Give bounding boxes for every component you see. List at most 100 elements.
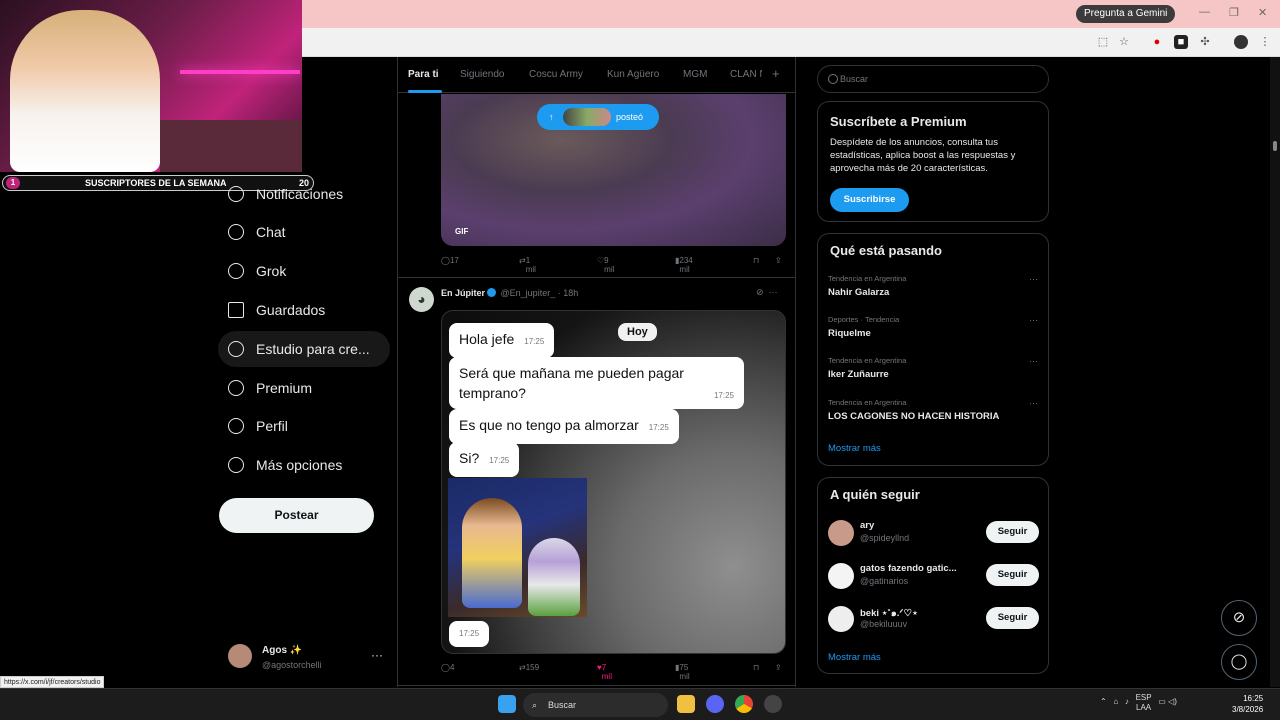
reply-button[interactable]: ◯ 17 (441, 256, 459, 265)
more-dots-icon[interactable]: ··· (1029, 398, 1038, 408)
more-dots-icon[interactable]: ··· (1029, 315, 1038, 325)
menu-icon[interactable]: ⋮ (1258, 35, 1272, 49)
nav-label: Más opciones (256, 457, 343, 473)
trend-name: LOS CAGONES NO HACEN HISTORIA (828, 411, 1000, 422)
author-name[interactable]: En Júpiter (441, 288, 485, 298)
follow-button[interactable]: Seguir (986, 564, 1039, 586)
post-time[interactable]: · 18h (558, 288, 579, 298)
follow-suggestion[interactable]: ary @spideyllnd Seguir (828, 518, 1040, 550)
avatar[interactable]: ◕ (409, 287, 434, 312)
folder-icon[interactable] (677, 695, 695, 713)
chat-screenshot-media[interactable]: Hoy Hola jefe 17:25 Será que mañana me pu… (441, 310, 786, 654)
tab-para-ti[interactable]: Para ti (408, 69, 439, 80)
gemini-button[interactable]: Pregunta a Gemini (1076, 5, 1176, 23)
search-icon: ⌕ (532, 700, 538, 710)
timeline[interactable]: Para ti Siguiendo Coscu Army Kun Agüero … (397, 57, 796, 687)
avatar (228, 644, 252, 668)
nav-bookmarks[interactable]: Guardados (218, 292, 390, 328)
search-input[interactable]: Buscar (817, 65, 1049, 93)
more-dots-icon[interactable]: ··· (1029, 274, 1038, 284)
close-icon[interactable]: ✕ (1258, 6, 1267, 19)
trend-item[interactable]: Tendencia en Argentina Iker Zuñaurre ··· (828, 356, 1040, 396)
show-more-link[interactable]: Mostrar más (828, 652, 881, 663)
puzzle-icon[interactable]: ✣ (1198, 35, 1212, 49)
nav-notifications[interactable]: Notificaciones (218, 176, 390, 212)
follow-suggestion[interactable]: beki ⋆˚๑.ᐟ♡⋆ @bekiluuuv Seguir (828, 604, 1040, 636)
opera-icon[interactable]: ● (1150, 35, 1164, 49)
tab-kun-aguero[interactable]: Kun Agüero (607, 69, 659, 80)
add-tab-icon[interactable]: + (772, 66, 780, 81)
rocket-icon (228, 341, 244, 357)
post-actions: ◯ 17 ⇄ 1 mil ♡ 9 mil ▮ 234 mil ⊓ ⇪ (441, 256, 786, 274)
minimize-icon[interactable]: — (1199, 6, 1210, 18)
nav-more[interactable]: Más opciones (218, 447, 390, 483)
reply-button[interactable]: ◯ 4 (441, 663, 454, 672)
new-posts-pill[interactable]: ↑ posteó (537, 104, 659, 130)
repost-button[interactable]: ⇄ 159 (519, 663, 539, 672)
post-button[interactable]: Postear (219, 498, 374, 533)
premium-card: Suscríbete a Premium Despídete de los an… (817, 101, 1049, 222)
mic-icon[interactable]: ♪ (1125, 697, 1129, 706)
tab-mgm[interactable]: MGM (683, 69, 707, 80)
chrome-icon[interactable] (735, 695, 753, 713)
tab-clan[interactable]: CLAN N (730, 69, 762, 80)
nav-creator-studio[interactable]: Estudio para cre... (218, 331, 390, 367)
trend-name: Riquelme (828, 328, 871, 339)
taskbar-search[interactable]: ⌕ Buscar (523, 693, 668, 717)
post-menu[interactable]: ⊘ ··· (756, 287, 778, 298)
trend-item[interactable]: Tendencia en Argentina LOS CAGONES NO HAC… (828, 398, 1040, 438)
grok-icon[interactable]: ⊘ (756, 287, 764, 297)
repost-button[interactable]: ⇄ 1 mil (519, 256, 536, 274)
language-indicator[interactable]: ESP LAA (1136, 693, 1152, 713)
nav-premium[interactable]: Premium (218, 370, 390, 406)
tab-coscu-army[interactable]: Coscu Army (529, 69, 583, 80)
nav-grok[interactable]: Grok (218, 253, 390, 289)
extension-icon[interactable]: ■ (1174, 35, 1188, 49)
nav-profile[interactable]: Perfil (218, 408, 390, 444)
share-icon[interactable]: ⇪ (775, 256, 782, 265)
scrollbar-thumb[interactable] (1273, 141, 1277, 151)
show-more-link[interactable]: Mostrar más (828, 443, 881, 454)
status-url: https://x.com/i/jf/creators/studio (0, 676, 105, 688)
follow-suggestion[interactable]: gatos fazendo gatic... @gatinarios Seguir (828, 561, 1040, 593)
chevron-up-icon[interactable]: ⌃ (1100, 697, 1107, 706)
messages-fab-icon[interactable]: ◯ (1221, 644, 1257, 680)
trend-item[interactable]: Deportes · Tendencia Riquelme ··· (828, 315, 1040, 355)
more-dots-icon[interactable]: ··· (769, 287, 778, 297)
bookmark-icon[interactable]: ⊓ (753, 663, 759, 672)
start-icon[interactable] (498, 695, 516, 713)
maximize-icon[interactable]: ❐ (1229, 6, 1239, 19)
share-icon[interactable]: ⇪ (775, 663, 782, 672)
follow-button[interactable]: Seguir (986, 607, 1039, 629)
grok-fab-icon[interactable]: ⊘ (1221, 600, 1257, 636)
views-button[interactable]: ▮ 75 mil (675, 663, 690, 681)
scrollbar[interactable] (1270, 57, 1280, 687)
sticker-image (448, 478, 587, 617)
clock[interactable]: 16:25 3/8/2026 (1232, 693, 1263, 715)
volume-icon[interactable]: ◁) (1168, 697, 1177, 706)
profile-icon[interactable] (1234, 35, 1248, 49)
subscribe-button[interactable]: Suscribirse (830, 188, 909, 212)
install-icon[interactable]: ⬚ (1096, 35, 1110, 49)
network-icon[interactable]: ⌂ (1113, 697, 1118, 706)
bookmark-icon[interactable]: ⊓ (753, 256, 759, 265)
taskbar-search-label: Buscar (548, 700, 577, 710)
views-button[interactable]: ▮ 234 mil (675, 256, 693, 274)
account-switcher[interactable]: Agos ✨ @agostorchelli ··· (228, 644, 388, 674)
like-button[interactable]: ♥ 7 mil (597, 663, 612, 681)
trend-item[interactable]: Tendencia en Argentina Nahir Galarza ··· (828, 274, 1040, 314)
author-handle[interactable]: @En_jupiter_ (501, 288, 556, 298)
star-icon[interactable]: ☆ (1117, 35, 1131, 49)
app-icon[interactable] (764, 695, 782, 713)
follow-button[interactable]: Seguir (986, 521, 1039, 543)
nav-label: Grok (256, 263, 287, 279)
tab-siguiendo[interactable]: Siguiendo (460, 69, 504, 80)
monitor-icon[interactable]: ▭ (1158, 697, 1166, 706)
like-button[interactable]: ♡ 9 mil (597, 256, 614, 274)
discord-icon[interactable] (706, 695, 724, 713)
address-bar[interactable] (302, 28, 1280, 57)
suggestion-name: gatos fazendo gatic... (860, 563, 957, 574)
nav-chat[interactable]: Chat (218, 214, 390, 250)
lang-layout: LAA (1136, 703, 1152, 712)
more-dots-icon[interactable]: ··· (1029, 356, 1038, 366)
